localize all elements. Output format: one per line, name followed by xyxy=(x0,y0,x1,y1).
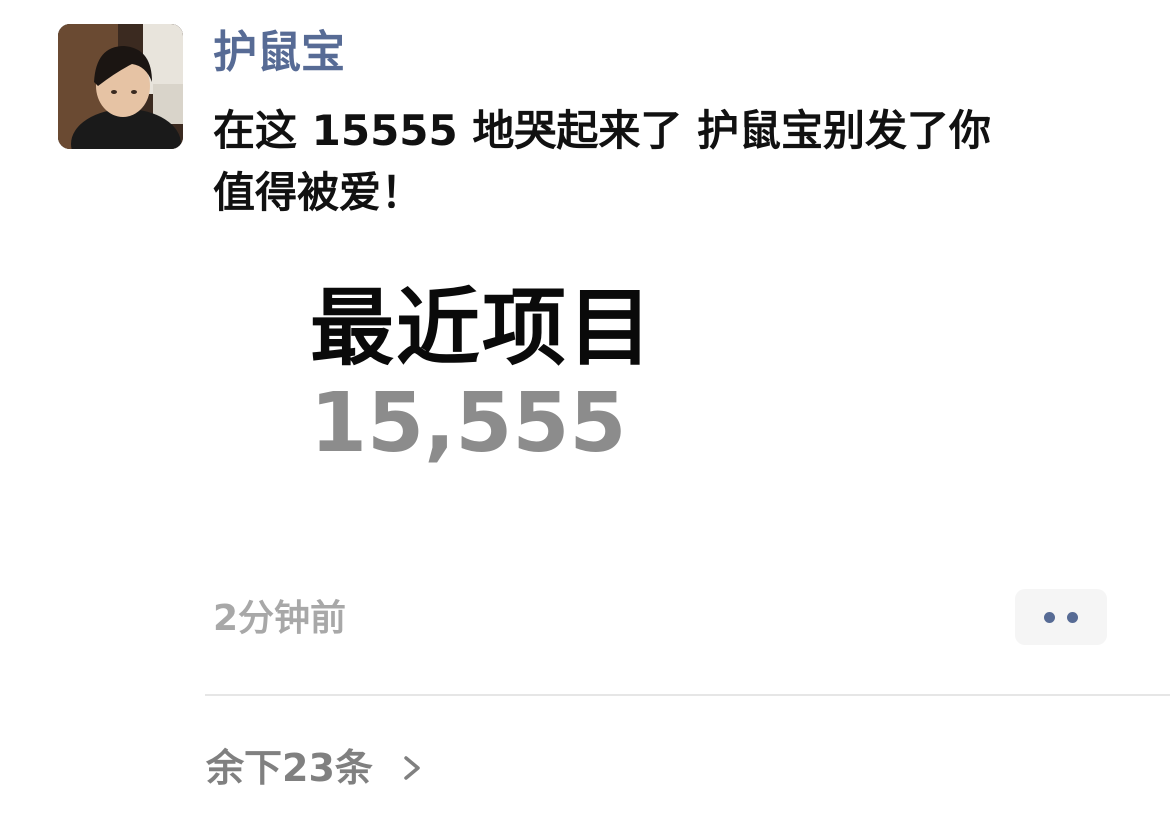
post-text-line-2: 值得被爱！ xyxy=(213,168,424,217)
remaining-comments-link[interactable]: 余下23条 xyxy=(206,743,373,793)
avatar[interactable] xyxy=(58,24,183,149)
more-dots-icon xyxy=(1067,612,1078,623)
post-image[interactable]: 最近项目 15,555 xyxy=(298,272,678,472)
divider xyxy=(205,694,1170,696)
avatar-photo xyxy=(58,24,183,149)
post-text: 在这 15555 地哭起来了 护鼠宝别发了你 值得被爱！ xyxy=(213,100,1113,224)
author-name[interactable]: 护鼠宝 xyxy=(213,22,345,84)
image-count: 15,555 xyxy=(310,376,627,471)
more-dots-icon xyxy=(1044,612,1055,623)
more-button[interactable] xyxy=(1015,589,1107,645)
post-timestamp: 2分钟前 xyxy=(213,598,347,639)
post-text-line-1: 在这 15555 地哭起来了 护鼠宝别发了你 xyxy=(213,106,991,155)
image-title: 最近项目 xyxy=(310,279,655,377)
chevron-right-icon xyxy=(404,756,420,780)
